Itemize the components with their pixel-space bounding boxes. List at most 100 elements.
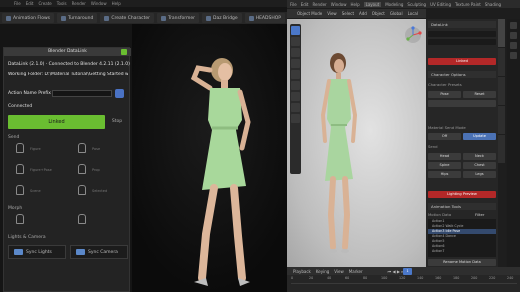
transform-orientation[interactable]: Global [390, 11, 403, 16]
navigation-gizmo-icon[interactable] [404, 26, 422, 44]
menu-window[interactable]: Window [331, 2, 347, 7]
scale-tool-icon[interactable] [291, 70, 300, 79]
tick-label: 240 [507, 276, 514, 280]
menu-edit[interactable]: Edit [301, 2, 309, 7]
send-scene[interactable] [16, 185, 24, 195]
menu-object[interactable]: Object [372, 11, 385, 16]
pivot-select[interactable]: Local [408, 11, 418, 16]
workspace-tab-texture[interactable]: Texture Paint [455, 2, 481, 7]
menu-render[interactable]: Render [72, 1, 86, 6]
linked-button[interactable]: Linked [428, 58, 496, 65]
add-tool-icon[interactable] [291, 114, 300, 123]
measure-tool-icon[interactable] [291, 103, 300, 112]
menu-file[interactable]: File [290, 2, 297, 7]
rotate-tool-icon[interactable] [291, 59, 300, 68]
menu-help[interactable]: Help [112, 1, 121, 6]
filter-checkbox[interactable]: Filter [475, 212, 495, 217]
link-button[interactable]: Linked [8, 115, 105, 129]
object-mode-select[interactable]: Object Mode [297, 11, 322, 16]
animation-tools-section[interactable]: Animation Tools [428, 203, 496, 210]
menu-keying[interactable]: Keying [316, 269, 329, 274]
tab-turnaround[interactable]: Turnaround [57, 13, 98, 23]
reset-button[interactable]: Reset [463, 91, 496, 98]
send-head-button[interactable]: Head [428, 153, 461, 160]
menu-window[interactable]: Window [91, 1, 107, 6]
send-prop[interactable] [78, 164, 86, 174]
cursor-tool-icon[interactable] [291, 37, 300, 46]
shield-icon[interactable] [115, 89, 124, 98]
output-icon[interactable] [510, 42, 517, 49]
tab-animation-flows[interactable]: Animation Flows [2, 13, 54, 23]
menu-marker[interactable]: Marker [349, 269, 363, 274]
figure-pose-icon [16, 164, 24, 174]
character-options-section[interactable]: Character Options [428, 71, 496, 78]
workspace-tab-sculpting[interactable]: Sculpting [407, 2, 426, 7]
action-button[interactable] [428, 100, 496, 107]
workspace-tab-modeling[interactable]: Modeling [385, 2, 403, 7]
tab-daz-bridge[interactable]: Daz Bridge [202, 13, 242, 23]
morph-button-2[interactable] [78, 214, 86, 224]
datalink-field-2[interactable] [428, 39, 496, 45]
current-frame-indicator[interactable]: 1 [403, 268, 412, 275]
prefix-label: Action Name Prefix [8, 91, 51, 96]
rename-motion-button[interactable]: Rename Motion Data [428, 259, 496, 266]
tab-edit[interactable] [498, 135, 505, 163]
tab-create-character[interactable]: Create Character [100, 13, 154, 23]
workspace-tab-uv[interactable]: UV Editing [430, 2, 451, 7]
tick-label: 100 [381, 276, 388, 280]
render-icon[interactable] [510, 32, 517, 39]
prefix-input[interactable] [52, 90, 112, 97]
list-item[interactable]: Action7 [428, 249, 496, 254]
send-hips-button[interactable]: Hips [428, 171, 461, 178]
workspace-tab-layout[interactable]: Layout [363, 1, 382, 7]
menu-view[interactable]: View [327, 11, 337, 16]
send-spine-button[interactable]: Spine [428, 162, 461, 169]
tab-view[interactable] [498, 106, 505, 134]
workspace-tab-shading[interactable]: Shading [485, 2, 501, 7]
menu-select[interactable]: Select [342, 11, 354, 16]
daz-viewport[interactable] [132, 24, 287, 292]
send-selected[interactable] [78, 185, 86, 195]
lighting-preview-button[interactable]: Lighting Preview [428, 191, 496, 198]
morph-button-1[interactable] [16, 214, 24, 224]
material-update-button[interactable]: Update [463, 133, 496, 140]
transform-tool-icon[interactable] [291, 81, 300, 90]
menu-help[interactable]: Help [350, 2, 359, 7]
menu-file[interactable]: File [14, 1, 21, 6]
send-figure-pose[interactable] [16, 164, 24, 174]
pose-button[interactable]: Pose [428, 91, 461, 98]
material-off-button[interactable]: Off [428, 133, 461, 140]
timeline-ruler[interactable]: 0 20 40 60 80 100 120 140 160 180 200 22… [287, 276, 520, 282]
tick-label: 80 [363, 276, 368, 280]
send-figure[interactable] [16, 143, 24, 153]
tab-transformer[interactable]: Transformer [156, 13, 199, 23]
menu-tools[interactable]: Tools [57, 1, 67, 6]
menu-add[interactable]: Add [359, 11, 367, 16]
menu-edit[interactable]: Edit [26, 1, 34, 6]
send-neck-button[interactable]: Neck [463, 153, 496, 160]
menu-render[interactable]: Render [312, 2, 326, 7]
menu-view[interactable]: View [334, 269, 344, 274]
tab-headshop[interactable]: HEADSHOP [244, 13, 285, 23]
tab-tool[interactable] [498, 77, 505, 105]
annotate-tool-icon[interactable] [291, 92, 300, 101]
sync-camera-button[interactable]: Sync Camera [70, 245, 128, 259]
pose-icon [78, 143, 86, 153]
datalink-field-1[interactable] [428, 31, 496, 37]
tick-label: 120 [399, 276, 406, 280]
send-legs-button[interactable]: Legs [463, 171, 496, 178]
close-icon[interactable] [121, 49, 127, 55]
stop-button[interactable]: Stop [107, 115, 127, 129]
send-section-label: Send [8, 135, 20, 140]
tab-item[interactable] [498, 48, 505, 76]
world-icon[interactable] [510, 52, 517, 59]
select-tool-icon[interactable] [291, 26, 300, 35]
menu-playback[interactable]: Playback [293, 269, 311, 274]
tab-datalink[interactable] [498, 19, 505, 47]
send-chest-button[interactable]: Chest [463, 162, 496, 169]
move-tool-icon[interactable] [291, 48, 300, 57]
menu-create[interactable]: Create [38, 1, 51, 6]
send-pose[interactable] [78, 143, 86, 153]
sync-lights-button[interactable]: Sync Lights [8, 245, 66, 259]
scene-icon[interactable] [510, 22, 517, 29]
